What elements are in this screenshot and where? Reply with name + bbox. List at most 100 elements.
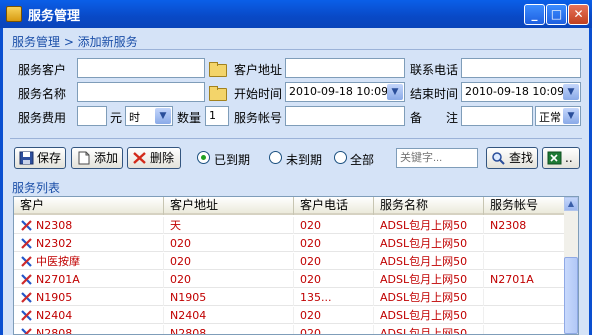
folder-icon[interactable] xyxy=(207,59,227,77)
column-header[interactable]: 服务名称 xyxy=(374,197,484,215)
service-tool-icon xyxy=(21,310,32,321)
column-header[interactable]: 客户电话 xyxy=(294,197,374,215)
table-row[interactable]: N2701A 020 020 ADSL包月上网50 N2701A xyxy=(14,271,566,288)
table-cell xyxy=(484,289,566,306)
save-label: 保存 xyxy=(37,151,62,165)
account-field[interactable] xyxy=(285,106,405,126)
service-tool-icon xyxy=(21,256,32,267)
note-label: 备 注 xyxy=(410,111,459,125)
excel-icon xyxy=(547,151,562,165)
table-cell: 天 xyxy=(164,217,294,234)
unit-label: 元 xyxy=(110,111,123,125)
fee-label: 服务费用 xyxy=(18,111,67,125)
table-row[interactable]: N2302 020 020 ADSL包月上网50 xyxy=(14,235,566,252)
radio-not-expired-label: 未到期 xyxy=(286,153,323,167)
phone-field[interactable] xyxy=(461,58,581,78)
table-cell: N2701A xyxy=(14,271,164,288)
table-row[interactable]: 中医按摩 020 020 ADSL包月上网50 xyxy=(14,253,566,270)
export-button[interactable]: .. xyxy=(542,147,580,169)
table-cell: 020 xyxy=(164,253,294,270)
save-icon xyxy=(19,151,34,165)
vertical-scrollbar[interactable]: ▲ xyxy=(564,197,578,334)
period-select[interactable]: 时 ▼ xyxy=(125,106,173,126)
table-cell: 020 xyxy=(294,235,374,252)
table-cell: N2808 xyxy=(14,325,164,334)
chevron-down-icon[interactable]: ▼ xyxy=(387,84,403,100)
table-cell: ADSL包月上网50 xyxy=(374,289,484,306)
table-cell xyxy=(484,307,566,324)
folder-icon[interactable] xyxy=(207,83,227,101)
table-cell: ADSL包月上网50 xyxy=(374,253,484,270)
start-time-picker[interactable]: 2010-09-18 10:09 ▼ xyxy=(285,82,405,102)
customer-label: 服务客户 xyxy=(18,63,67,77)
table-cell: 020 xyxy=(164,235,294,252)
divider xyxy=(10,49,582,50)
table-cell xyxy=(484,325,566,334)
service-tool-icon xyxy=(21,292,32,303)
service-name-label: 服务名称 xyxy=(18,87,67,101)
table-cell: N2308 xyxy=(484,217,566,234)
start-time-label: 开始时间 xyxy=(234,87,283,101)
title-bar: 服务管理 _ □ ✕ xyxy=(0,0,592,28)
chevron-down-icon[interactable]: ▼ xyxy=(155,108,171,124)
radio-all[interactable] xyxy=(334,151,347,164)
quantity-label: 数量 xyxy=(177,111,202,125)
end-time-picker[interactable]: 2010-09-18 10:09 ▼ xyxy=(461,82,581,102)
table-row[interactable]: N1905 N1905 135... ADSL包月上网50 xyxy=(14,289,566,306)
column-header[interactable]: 客户 xyxy=(14,197,164,215)
radio-expired-label: 已到期 xyxy=(214,153,251,167)
table-cell: 020 xyxy=(164,271,294,288)
service-name-field[interactable] xyxy=(77,82,205,102)
table-cell: ADSL包月上网50 xyxy=(374,217,484,234)
search-icon xyxy=(492,152,505,165)
table-row[interactable]: N2404 N2404 020 ADSL包月上网50 xyxy=(14,307,566,324)
table-cell xyxy=(484,235,566,252)
table-cell xyxy=(484,253,566,270)
close-button[interactable]: ✕ xyxy=(568,4,589,25)
quantity-field[interactable]: 1 xyxy=(205,106,229,126)
customer-field[interactable] xyxy=(77,58,205,78)
chevron-down-icon[interactable]: ▼ xyxy=(563,108,579,124)
new-document-icon xyxy=(78,151,90,165)
note-field[interactable] xyxy=(461,106,533,126)
service-list[interactable]: 客户 客户地址 客户电话 服务名称 服务帐号 N2308 天 020 ADSL包月上网… xyxy=(13,196,579,335)
table-cell: N2302 xyxy=(14,235,164,252)
list-header: 客户 客户地址 客户电话 服务名称 服务帐号 xyxy=(14,197,566,215)
breadcrumb: 服务管理 > 添加新服务 xyxy=(12,35,138,49)
table-cell: N1905 xyxy=(14,289,164,306)
scroll-thumb[interactable] xyxy=(564,257,578,334)
table-cell: N2701A xyxy=(484,271,566,288)
table-cell: ADSL包月上网50 xyxy=(374,235,484,252)
radio-not-expired[interactable] xyxy=(269,151,282,164)
search-button[interactable]: 查找 xyxy=(486,147,538,169)
column-header[interactable]: 服务帐号 xyxy=(484,197,566,215)
delete-icon xyxy=(133,152,146,164)
table-cell: N2404 xyxy=(14,307,164,324)
service-tool-icon xyxy=(21,238,32,249)
search-label: 查找 xyxy=(509,151,534,165)
fee-field[interactable] xyxy=(77,106,107,126)
service-tool-icon xyxy=(21,328,32,334)
radio-expired[interactable] xyxy=(197,151,210,164)
end-time-value: 2010-09-18 10:09 xyxy=(465,85,565,98)
chevron-down-icon[interactable]: ▼ xyxy=(563,84,579,100)
table-cell: ADSL包月上网50 xyxy=(374,307,484,324)
table-row[interactable]: N2308 天 020 ADSL包月上网50 N2308 xyxy=(14,217,566,234)
add-label: 添加 xyxy=(94,151,119,165)
status-select[interactable]: 正常 ▼ xyxy=(535,106,581,126)
add-button[interactable]: 添加 xyxy=(71,147,123,169)
table-cell: N2308 xyxy=(14,217,164,234)
keyword-input[interactable] xyxy=(396,148,478,168)
table-cell: ADSL包月上网50 xyxy=(374,271,484,288)
address-field[interactable] xyxy=(285,58,405,78)
delete-button[interactable]: 删除 xyxy=(127,147,181,169)
service-tool-icon xyxy=(21,220,32,231)
start-time-value: 2010-09-18 10:09 xyxy=(289,85,389,98)
table-row[interactable]: N2808 N2808 020 ADSL包月上网50 xyxy=(14,325,566,334)
maximize-button[interactable]: □ xyxy=(546,4,567,25)
table-cell: ADSL包月上网50 xyxy=(374,325,484,334)
scroll-up-icon[interactable]: ▲ xyxy=(564,197,578,211)
save-button[interactable]: 保存 xyxy=(14,147,66,169)
column-header[interactable]: 客户地址 xyxy=(164,197,294,215)
minimize-button[interactable]: _ xyxy=(524,4,545,25)
